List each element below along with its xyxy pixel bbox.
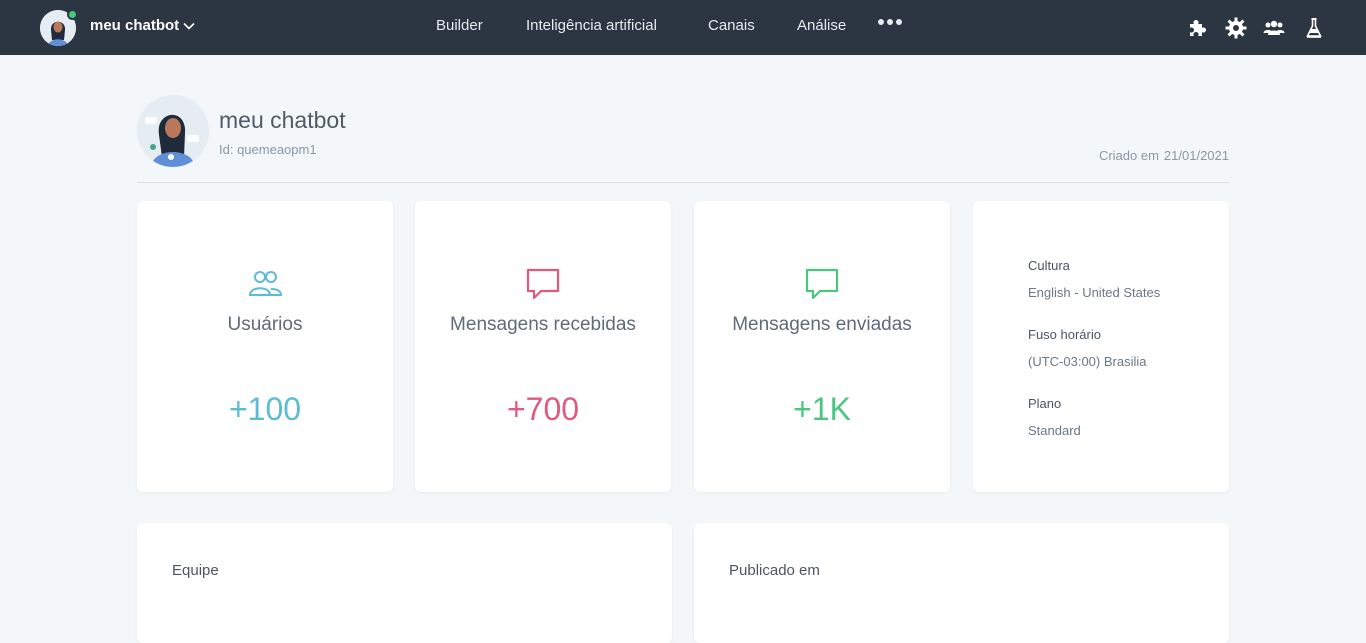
bot-selector-label: meu chatbot [90, 17, 180, 34]
published-card: Publicado em [694, 523, 1229, 643]
team-card: Equipe [137, 523, 672, 643]
team-icon[interactable] [1262, 16, 1286, 40]
culture-label: Cultura [1028, 258, 1070, 273]
header-divider [137, 182, 1229, 183]
timezone-value: (UTC-03:00) Brasilia [1028, 354, 1147, 369]
flask-icon[interactable] [1302, 16, 1326, 40]
bot-id: Id: quemeaopm1 [219, 142, 317, 157]
nav-analytics[interactable]: Análise [797, 17, 846, 34]
culture-value: English - United States [1028, 285, 1161, 300]
created-label: Criado em [1098, 148, 1159, 163]
published-title: Publicado em [729, 562, 820, 579]
bot-info-card: Cultura English - United States Fuso hor… [973, 201, 1229, 492]
nav-builder[interactable]: Builder [436, 17, 483, 34]
users-icon [248, 271, 283, 296]
users-value: +100 [228, 391, 302, 427]
plan-value: Standard [1028, 423, 1081, 438]
sent-messages-value: +1K [793, 391, 851, 427]
chevron-down-icon [183, 22, 195, 30]
gear-icon[interactable] [1224, 16, 1248, 40]
chat-bubble-icon [526, 268, 560, 300]
team-title: Equipe [172, 562, 219, 579]
received-messages-card: Mensagens recebidas +700 [415, 201, 671, 492]
received-messages-label: Mensagens recebidas [450, 314, 636, 335]
timezone-label: Fuso horário [1028, 327, 1101, 342]
puzzle-icon[interactable] [1186, 16, 1210, 40]
created-date: Criado em 21/01/2021 [1099, 148, 1229, 163]
sent-messages-label: Mensagens enviadas [732, 314, 912, 335]
received-messages-value: +700 [506, 391, 580, 427]
sent-messages-card: Mensagens enviadas +1K [694, 201, 950, 492]
users-card: Usuários +100 [137, 201, 393, 492]
bot-profile-avatar [137, 95, 209, 167]
nav-ai[interactable]: Inteligência artificial [526, 17, 657, 34]
bot-selector[interactable]: meu chatbot [90, 17, 195, 34]
more-menu-icon[interactable] [878, 19, 902, 25]
plan-label: Plano [1028, 396, 1062, 411]
bot-avatar[interactable] [40, 9, 78, 46]
top-navbar: meu chatbot Builder Inteligência artific… [0, 0, 1366, 55]
nav-channels[interactable]: Canais [708, 17, 755, 34]
users-label: Usuários [227, 314, 303, 335]
online-status-dot [67, 9, 78, 20]
chat-bubble-icon [805, 268, 839, 300]
page-title: meu chatbot [219, 107, 346, 133]
created-value: 21/01/2021 [1163, 148, 1229, 163]
